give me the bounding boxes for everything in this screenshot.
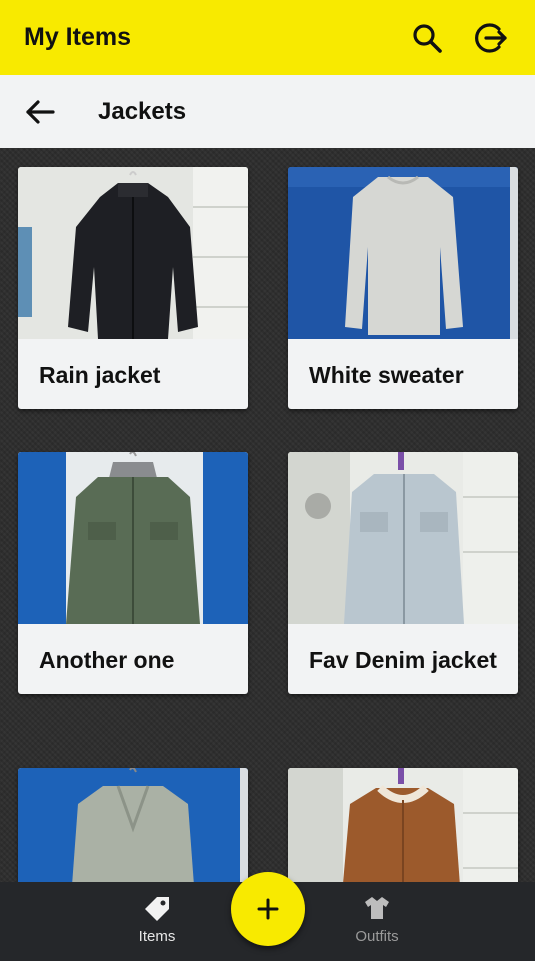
item-label: Rain jacket [39, 362, 161, 388]
nav-items[interactable]: Items [117, 894, 197, 945]
shirt-icon [337, 894, 417, 922]
add-item-button[interactable] [231, 872, 305, 946]
item-label: Another one [39, 647, 175, 673]
item-photo [18, 452, 248, 624]
item-photo [288, 452, 518, 624]
category-header: Jackets [0, 75, 535, 148]
item-card[interactable] [18, 768, 248, 882]
app-title: My Items [24, 23, 131, 51]
plus-icon [257, 898, 279, 920]
item-label: White sweater [309, 362, 464, 388]
item-card-white-sweater[interactable]: White sweater [288, 167, 518, 409]
category-title: Jackets [98, 97, 187, 125]
app-bar: My Items [0, 0, 535, 75]
arrow-back-icon[interactable] [22, 94, 58, 130]
item-card[interactable] [288, 768, 518, 882]
item-card-rain-jacket[interactable]: Rain jacket [18, 167, 248, 409]
item-photo [288, 768, 518, 882]
tag-icon [117, 894, 197, 922]
nav-outfits-label: Outfits [355, 928, 399, 945]
nav-outfits[interactable]: Outfits [337, 894, 417, 945]
nav-items-label: Items [138, 928, 176, 945]
logout-icon[interactable] [471, 18, 511, 58]
item-card-fav-denim-jacket[interactable]: Fav Denim jacket [288, 452, 518, 694]
item-card-another-one[interactable]: Another one [18, 452, 248, 694]
items-grid[interactable]: Rain jacket White sweater Another one Fa… [0, 148, 535, 882]
item-photo [288, 167, 518, 339]
item-photo [18, 768, 248, 882]
search-icon[interactable] [407, 18, 447, 58]
item-label: Fav Denim jacket [309, 647, 497, 673]
item-photo [18, 167, 248, 339]
